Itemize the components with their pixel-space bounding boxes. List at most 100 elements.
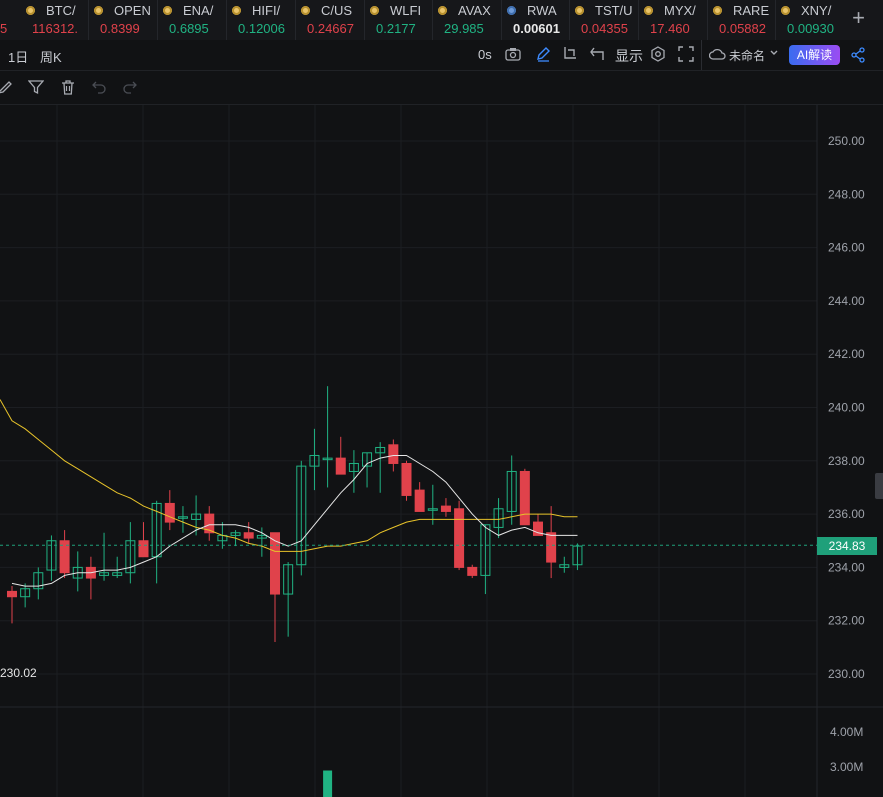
countdown-label: 0s: [478, 47, 492, 62]
coin-icon: [438, 6, 447, 15]
coin-icon: [781, 6, 790, 15]
coin-icon: [713, 6, 722, 15]
current-price-tag: 234.83: [817, 537, 877, 555]
y-axis-tick-label: 234.00: [828, 560, 865, 574]
ma-slow-line: [0, 399, 578, 552]
ticker-symbol: MYX/: [664, 3, 696, 18]
y-axis-tick-label: 230.00: [828, 667, 865, 681]
coin-icon: [370, 6, 379, 15]
ticker-price: 0.2177: [376, 21, 416, 36]
volume-bar: [323, 770, 333, 797]
undo-icon[interactable]: [589, 46, 605, 62]
ticker-strip: 5 BTC/116312. OPEN 0.8399 ENA/0.6895 HIFI/0.…: [0, 0, 883, 41]
volume-tick-label: 4.00M: [830, 725, 863, 739]
ticker-symbol: C/US: [321, 3, 353, 18]
cloud-icon[interactable]: [709, 47, 726, 60]
interval-week-button[interactable]: 周K: [40, 47, 62, 66]
ticker-separator: [364, 0, 365, 40]
ticker-item[interactable]: C/US 0.24667: [299, 0, 365, 40]
ticker-symbol: HIFI/: [252, 3, 281, 18]
low-price-marker: 230.02: [0, 666, 37, 680]
crop-icon[interactable]: [562, 46, 578, 62]
share-icon[interactable]: [850, 47, 866, 63]
settings-icon[interactable]: [650, 46, 666, 62]
ticker-item[interactable]: ENA/0.6895: [161, 0, 227, 40]
price-scale-handle[interactable]: [875, 473, 883, 499]
coin-icon: [163, 6, 172, 15]
y-axis-tick-label: 238.00: [828, 454, 865, 468]
ticker-item[interactable]: RARE 0.05882: [711, 0, 777, 40]
ticker-price: 0.04355: [581, 21, 628, 36]
add-ticker-icon[interactable]: +: [852, 6, 865, 30]
ticker-item[interactable]: TST/U 0.04355: [573, 0, 639, 40]
filter-icon[interactable]: [28, 79, 44, 95]
ticker-symbol: WLFI: [390, 3, 422, 18]
ticker-separator: [295, 0, 296, 40]
pencil-icon[interactable]: [535, 46, 551, 62]
interval-1d-button[interactable]: 1日: [8, 47, 28, 66]
brush-icon[interactable]: [0, 79, 12, 95]
y-axis-tick-label: 250.00: [828, 134, 865, 148]
ticker-price: 0.12006: [238, 21, 285, 36]
ticker-separator: [707, 0, 708, 40]
ticker-symbol: OPEN: [114, 3, 151, 18]
display-button[interactable]: 显示: [615, 46, 643, 66]
ticker-item[interactable]: HIFI/0.12006: [230, 0, 296, 40]
candle-body: [243, 532, 254, 539]
coin-icon: [575, 6, 584, 15]
layout-name-dropdown[interactable]: 未命名: [729, 47, 765, 64]
ticker-price: 0.00930: [787, 21, 834, 36]
ticker-price: 0.8399: [100, 21, 140, 36]
ticker-price: 0.05882: [719, 21, 766, 36]
ticker-item[interactable]: OPEN 0.8399: [92, 0, 158, 40]
ticker-item[interactable]: AVAX 29.985: [436, 0, 502, 40]
redo-arrow-icon[interactable]: [122, 80, 138, 94]
coin-icon: [644, 6, 653, 15]
ticker-item[interactable]: WLFI 0.2177: [368, 0, 434, 40]
coin-icon: [26, 6, 35, 15]
y-axis-tick-label: 232.00: [828, 614, 865, 628]
coin-icon: [301, 6, 310, 15]
ticker-item[interactable]: BTC/116312.: [24, 0, 90, 40]
chevron-down-icon[interactable]: [769, 48, 779, 58]
candle-body: [7, 590, 17, 598]
ticker-price: 0.24667: [307, 21, 354, 36]
fullscreen-icon[interactable]: [678, 46, 694, 62]
ticker-item[interactable]: RWA 0.00601: [505, 0, 571, 40]
ticker-symbol: RARE: [733, 3, 770, 18]
ticker-item[interactable]: MYX/17.460: [642, 0, 708, 40]
camera-icon[interactable]: [505, 47, 521, 61]
y-axis-tick-label: 240.00: [828, 401, 865, 415]
ticker-separator: [432, 0, 433, 40]
coin-icon: [94, 6, 103, 15]
y-axis-tick-label: 242.00: [828, 347, 865, 361]
ai-interpret-button[interactable]: AI解读: [789, 45, 840, 65]
ticker-separator: [775, 0, 776, 40]
candle-body: [138, 540, 149, 558]
ticker-partial[interactable]: 5: [0, 0, 10, 40]
y-axis-tick-label: 248.00: [828, 187, 865, 201]
ticker-price: 116312.: [32, 21, 79, 36]
ticker-price: 29.985: [444, 21, 484, 36]
candle-body: [546, 532, 557, 563]
candlestick-chart[interactable]: 250.00 248.00 246.00 244.00 242.00 240.00 238.…: [0, 105, 883, 797]
ticker-separator: [226, 0, 227, 40]
candle-body: [401, 462, 412, 496]
trash-icon[interactable]: [60, 79, 76, 95]
ticker-symbol: BTC/: [46, 3, 76, 18]
ticker-symbol: RWA: [527, 3, 557, 18]
ticker-symbol: AVAX: [458, 3, 491, 18]
chart-toolbar: 1日 周K 0s 显示 未命名: [0, 40, 883, 71]
ticker-item[interactable]: XNY/0.00930: [779, 0, 845, 40]
coin-icon: [507, 6, 516, 15]
ticker-price: 5: [0, 21, 8, 36]
drawing-toolbar: [0, 71, 883, 105]
candle-body: [388, 444, 399, 464]
undo-arrow-icon[interactable]: [91, 80, 107, 94]
ticker-separator: [157, 0, 158, 40]
candle-body: [164, 502, 175, 523]
ticker-separator: [88, 0, 89, 40]
ma-fast-line: [11, 455, 578, 587]
ticker-symbol: TST/U: [595, 3, 633, 18]
candle-body: [519, 470, 530, 526]
